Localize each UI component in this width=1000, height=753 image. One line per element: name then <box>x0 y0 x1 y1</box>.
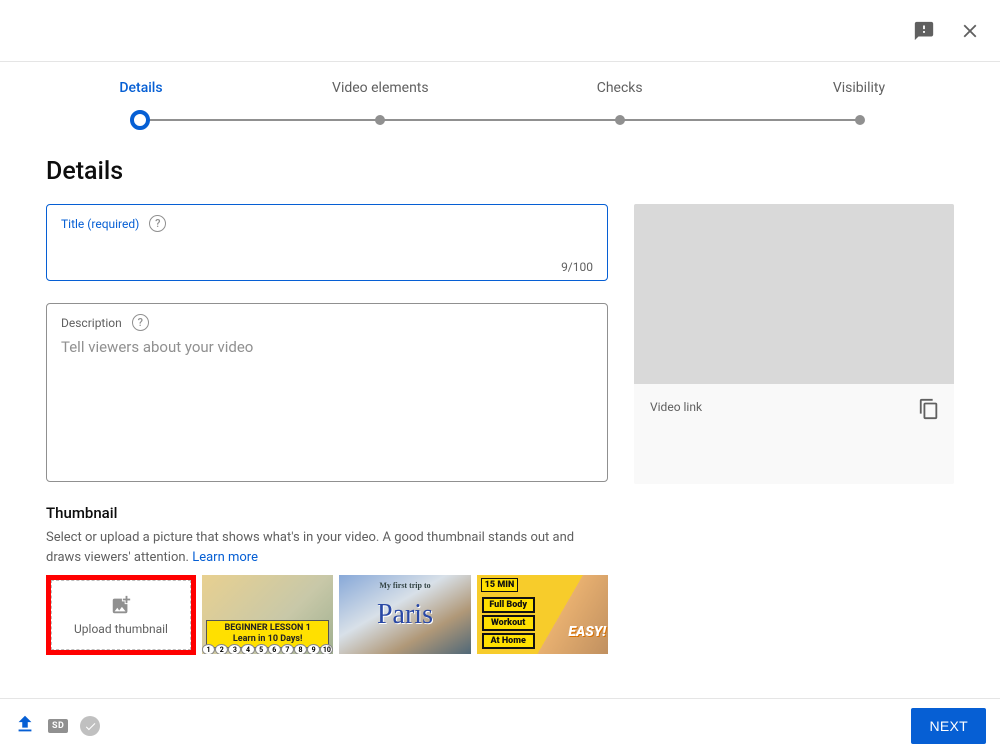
thumbnail-option-1[interactable]: BEGINNER LESSON 1 Learn in 10 Days! 1234… <box>202 575 333 654</box>
video-preview-card: Video link <box>634 204 954 484</box>
thumbnail-option-3[interactable]: 15 MIN Full Body Workout At Home EASY! <box>477 575 608 654</box>
add-photo-icon <box>110 594 132 616</box>
upload-stepper: Details Video elements Checks Visibility <box>0 62 1000 130</box>
preview-column: Video link <box>634 204 954 484</box>
thumbnail-option-2[interactable]: My first trip to Paris <box>339 575 470 654</box>
thumbnail-section: Thumbnail Select or upload a picture tha… <box>46 504 608 655</box>
upload-status-icon <box>14 713 36 739</box>
help-icon[interactable]: ? <box>132 314 149 331</box>
title-field[interactable]: Title (required) ? 9/100 <box>46 204 608 281</box>
help-icon[interactable]: ? <box>149 215 166 232</box>
feedback-icon[interactable] <box>912 19 936 43</box>
page-title: Details <box>46 157 986 186</box>
upload-thumbnail-label: Upload thumbnail <box>74 622 168 636</box>
learn-more-link[interactable]: Learn more <box>192 550 258 565</box>
step-circle-video-elements[interactable] <box>375 115 385 125</box>
video-link-label: Video link <box>650 400 938 414</box>
title-input[interactable] <box>61 232 593 256</box>
dialog-footer: SD NEXT <box>0 698 1000 753</box>
dialog-header <box>0 0 1000 62</box>
step-track <box>140 110 860 130</box>
description-field[interactable]: Description ? <box>46 303 608 482</box>
video-preview-placeholder <box>634 204 954 384</box>
close-icon[interactable] <box>958 19 982 43</box>
left-column: Title (required) ? 9/100 Description ? T… <box>46 204 608 695</box>
copy-link-icon[interactable] <box>918 398 940 424</box>
sd-badge: SD <box>48 719 68 733</box>
step-circle-checks[interactable] <box>615 115 625 125</box>
content-scroll[interactable]: Details Title (required) ? 9/100 Descrip… <box>0 135 986 698</box>
thumbnail-description: Select or upload a picture that shows wh… <box>46 528 601 567</box>
next-button[interactable]: NEXT <box>911 708 986 744</box>
step-circle-details[interactable] <box>130 110 150 130</box>
thumbnail-heading: Thumbnail <box>46 504 608 522</box>
checks-status-icon <box>80 716 100 736</box>
description-label: Description ? <box>61 314 593 331</box>
title-char-count: 9/100 <box>61 260 593 274</box>
description-input[interactable] <box>61 337 593 463</box>
upload-thumbnail-highlight: Upload thumbnail <box>46 575 196 655</box>
title-label: Title (required) ? <box>61 215 593 232</box>
step-visibility[interactable]: Visibility <box>764 80 954 96</box>
step-circle-visibility[interactable] <box>855 115 865 125</box>
step-details[interactable]: Details <box>46 80 236 96</box>
upload-thumbnail-button[interactable]: Upload thumbnail <box>51 580 191 650</box>
step-video-elements[interactable]: Video elements <box>285 80 475 96</box>
step-checks[interactable]: Checks <box>525 80 715 96</box>
